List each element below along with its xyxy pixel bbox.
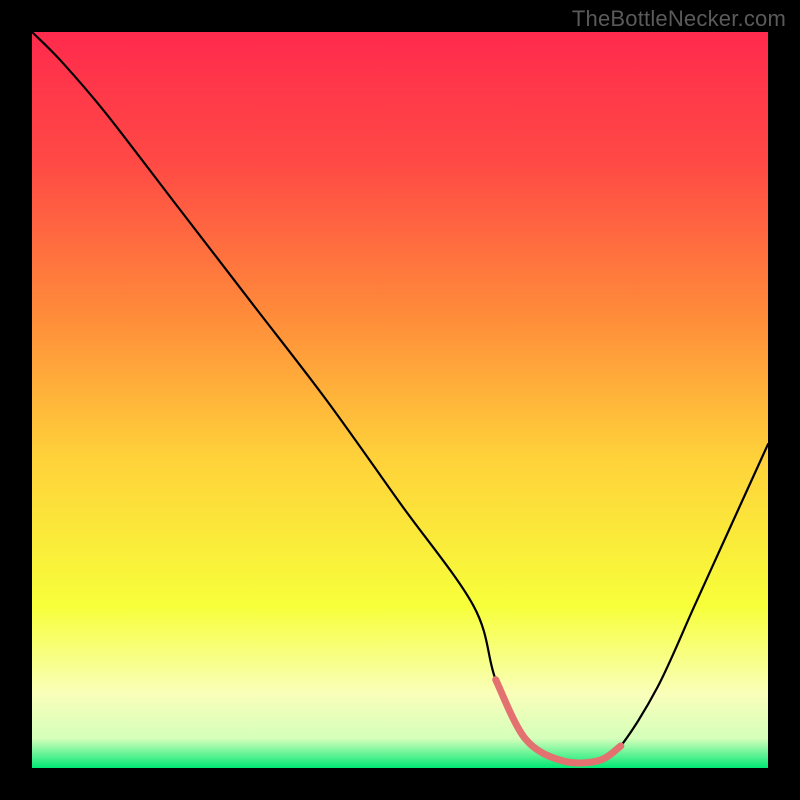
gradient-background — [32, 32, 768, 768]
watermark: TheBottleNecker.com — [572, 6, 786, 32]
chart-frame — [32, 32, 768, 768]
chart-svg — [32, 32, 768, 768]
